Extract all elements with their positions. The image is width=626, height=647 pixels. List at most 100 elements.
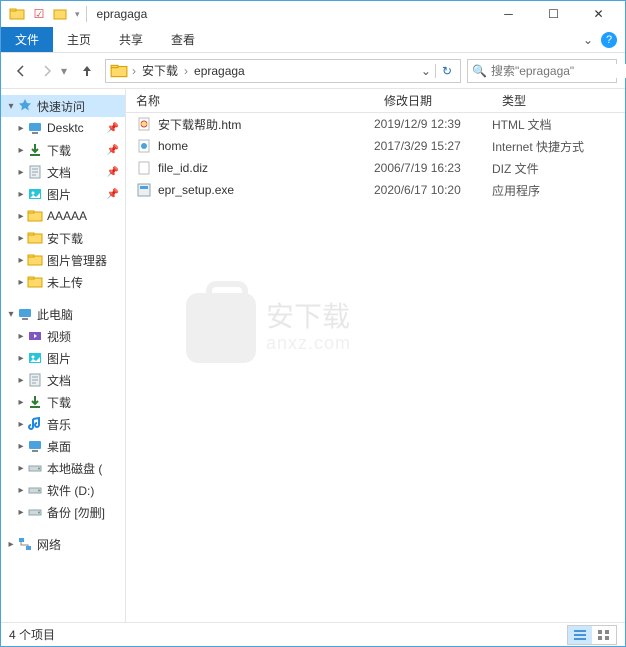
tab-view[interactable]: 查看 — [157, 27, 209, 52]
tree-item[interactable]: ▸ 图片 — [1, 347, 125, 369]
caret-right-icon[interactable]: ▸ — [15, 485, 27, 496]
address-bar[interactable]: › 安下载 › epragaga ⌄ ↻ — [105, 59, 461, 83]
tree-item[interactable]: ▸图片管理器 — [1, 249, 125, 271]
caret-down-icon[interactable]: ▾ — [5, 101, 17, 112]
caret-right-icon[interactable]: ▸ — [15, 211, 27, 222]
divider — [86, 6, 87, 22]
file-icon — [136, 160, 152, 176]
caret-right-icon[interactable]: ▸ — [15, 507, 27, 518]
tree-item[interactable]: ▸文档 — [1, 369, 125, 391]
search-box[interactable]: 🔍 — [467, 59, 617, 83]
tree-item[interactable]: ▸桌面 — [1, 435, 125, 457]
folder-icon — [27, 208, 43, 224]
tree-label: 图片 — [47, 350, 71, 367]
tree-label: 下载 — [47, 142, 71, 159]
file-date: 2006/7/19 16:23 — [374, 161, 492, 175]
tree-item[interactable]: ▸下载📌 — [1, 139, 125, 161]
column-headers: 名称 修改日期 类型 — [126, 89, 625, 113]
forward-button[interactable] — [35, 59, 59, 83]
up-button[interactable] — [75, 59, 99, 83]
watermark: 安下载 anxz.com — [186, 293, 486, 363]
thumbnails-view-button[interactable] — [592, 626, 616, 644]
address-dropdown-icon[interactable]: ⌄ — [417, 64, 435, 78]
tree-item[interactable]: ▸文档📌 — [1, 161, 125, 183]
expand-ribbon-icon[interactable]: ⌄ — [583, 33, 593, 47]
breadcrumb-item[interactable]: epragaga — [190, 64, 249, 78]
search-input[interactable] — [491, 64, 626, 78]
refresh-button[interactable]: ↻ — [435, 64, 458, 78]
folder-icon — [9, 6, 25, 22]
tree-item[interactable]: ▸未上传 — [1, 271, 125, 293]
tree-label: 此电脑 — [37, 306, 73, 323]
tree-item[interactable]: ▸Desktc📌 — [1, 117, 125, 139]
quick-access-toolbar: ☑ ▾ — [5, 6, 80, 22]
folder-icon — [27, 274, 43, 290]
caret-right-icon[interactable]: ▸ — [15, 419, 27, 430]
tree-quick-access[interactable]: ▾ 快速访问 — [1, 95, 125, 117]
tree-item[interactable]: ▸软件 (D:) — [1, 479, 125, 501]
tree-item[interactable]: ▸备份 [勿删] — [1, 501, 125, 523]
file-row[interactable]: file_id.diz2006/7/19 16:23DIZ 文件 — [126, 157, 625, 179]
tree-item[interactable]: ▸ 下载 — [1, 391, 125, 413]
tab-file[interactable]: 文件 — [1, 27, 53, 52]
navigation-pane[interactable]: ▾ 快速访问 ▸Desktc📌▸下载📌▸文档📌▸图片📌▸AAAAA▸安下载▸图片… — [1, 89, 126, 622]
tree-item[interactable]: ▸音乐 — [1, 413, 125, 435]
column-modified[interactable]: 修改日期 — [374, 92, 492, 109]
tree-label: 文档 — [47, 164, 71, 181]
file-row[interactable]: home2017/3/29 15:27Internet 快捷方式 — [126, 135, 625, 157]
tree-item[interactable]: ▸ 本地磁盘 ( — [1, 457, 125, 479]
qat-dropdown-icon[interactable]: ▾ — [75, 9, 80, 20]
folder-icon — [27, 252, 43, 268]
caret-down-icon[interactable]: ▾ — [5, 309, 17, 320]
breadcrumb-item[interactable]: 安下载 — [138, 62, 182, 79]
caret-right-icon[interactable]: ▸ — [15, 353, 27, 364]
tree-item[interactable]: ▸AAAAA — [1, 205, 125, 227]
caret-right-icon[interactable]: ▸ — [15, 189, 27, 200]
close-button[interactable]: ✕ — [576, 1, 621, 27]
caret-right-icon[interactable]: ▸ — [15, 441, 27, 452]
history-dropdown-icon[interactable]: ▾ — [61, 64, 73, 78]
tree-label: 下载 — [47, 394, 71, 411]
tab-home[interactable]: 主页 — [53, 27, 105, 52]
navigation-bar: ▾ › 安下载 › epragaga ⌄ ↻ 🔍 — [1, 53, 625, 89]
tree-label: 本地磁盘 ( — [47, 460, 102, 477]
window-controls: ─ ☐ ✕ — [486, 1, 621, 27]
file-row[interactable]: epr_setup.exe2020/6/17 10:20应用程序 — [126, 179, 625, 201]
tree-item[interactable]: ▸图片📌 — [1, 183, 125, 205]
column-name[interactable]: 名称 — [126, 92, 374, 109]
tree-network[interactable]: ▸ 网络 — [1, 533, 125, 555]
file-type: 应用程序 — [492, 182, 540, 199]
back-button[interactable] — [9, 59, 33, 83]
caret-right-icon[interactable]: ▸ — [15, 255, 27, 266]
caret-right-icon[interactable]: ▸ — [15, 331, 27, 342]
tree-item[interactable]: ▸视频 — [1, 325, 125, 347]
help-button[interactable]: ? — [601, 32, 617, 48]
caret-right-icon[interactable]: ▸ — [15, 167, 27, 178]
file-list[interactable]: 安下载帮助.htm2019/12/9 12:39HTML 文档home2017/… — [126, 113, 625, 622]
pc-icon — [17, 306, 33, 322]
maximize-button[interactable]: ☐ — [531, 1, 576, 27]
doc-icon — [27, 164, 43, 180]
column-type[interactable]: 类型 — [492, 92, 625, 109]
search-icon: 🔍 — [472, 64, 487, 78]
tree-this-pc[interactable]: ▾ 此电脑 — [1, 303, 125, 325]
caret-right-icon[interactable]: ▸ — [5, 539, 17, 550]
file-row[interactable]: 安下载帮助.htm2019/12/9 12:39HTML 文档 — [126, 113, 625, 135]
tab-share[interactable]: 共享 — [105, 27, 157, 52]
caret-right-icon[interactable]: ▸ — [15, 123, 27, 134]
caret-right-icon[interactable]: ▸ — [15, 463, 27, 474]
chevron-right-icon[interactable]: › — [130, 64, 138, 78]
caret-right-icon[interactable]: ▸ — [15, 233, 27, 244]
tree-item[interactable]: ▸安下载 — [1, 227, 125, 249]
exe-icon — [136, 182, 152, 198]
properties-icon[interactable]: ☑ — [31, 6, 47, 22]
new-folder-icon[interactable] — [53, 6, 69, 22]
view-switcher — [567, 625, 617, 645]
chevron-right-icon[interactable]: › — [182, 64, 190, 78]
caret-right-icon[interactable]: ▸ — [15, 145, 27, 156]
details-view-button[interactable] — [568, 626, 592, 644]
minimize-button[interactable]: ─ — [486, 1, 531, 27]
caret-right-icon[interactable]: ▸ — [15, 397, 27, 408]
caret-right-icon[interactable]: ▸ — [15, 277, 27, 288]
caret-right-icon[interactable]: ▸ — [15, 375, 27, 386]
